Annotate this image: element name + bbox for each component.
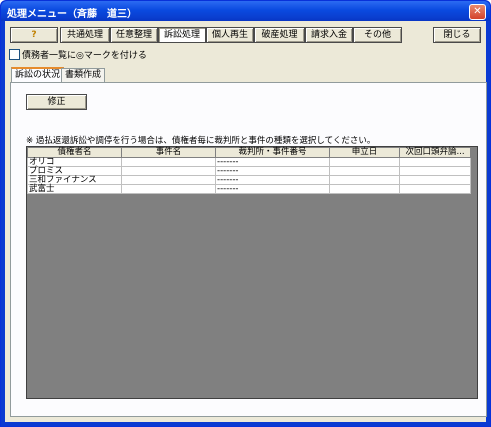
- cell-date[interactable]: [329, 184, 400, 194]
- cell-court[interactable]: -------: [215, 184, 330, 194]
- cell-date[interactable]: [329, 175, 400, 185]
- tab-document-creation[interactable]: 書類作成: [61, 68, 106, 83]
- cell-creditor[interactable]: 武富士: [27, 184, 122, 194]
- client-area: ? 共通処理 任意整理 訴訟処理 個人再生 破産処理 請求入金 その他 閉じる …: [5, 21, 487, 422]
- close-button[interactable]: 閉じる: [433, 27, 481, 43]
- mark-checkbox-label[interactable]: 債務者一覧に◎マークを付ける: [22, 48, 147, 61]
- table-row[interactable]: 三和ファイナンス -------: [27, 175, 471, 185]
- window-close-button[interactable]: ✕: [469, 4, 486, 20]
- title-bar[interactable]: 処理メニュー（斉藤 道三） ✕: [1, 1, 490, 21]
- table-header-row: 債権者名 事件名 裁判所・事件番号 申立日 次回口頭弁論...: [27, 147, 471, 158]
- tab-common-processing[interactable]: 共通処理: [60, 27, 110, 43]
- cell-case[interactable]: [121, 157, 216, 167]
- col-court-case-number[interactable]: 裁判所・事件番号: [215, 147, 330, 158]
- col-filing-date[interactable]: 申立日: [329, 147, 400, 158]
- table-row[interactable]: 武富士 -------: [27, 184, 471, 194]
- tab-panel: 修正 ※ 過払返還訴訟や調停を行う場合は、債権者毎に裁判所と事件の種類を選択して…: [10, 82, 487, 417]
- cell-case[interactable]: [121, 184, 216, 194]
- cell-case[interactable]: [121, 175, 216, 185]
- table-row[interactable]: オリコ -------: [27, 157, 471, 167]
- cell-date[interactable]: [329, 166, 400, 176]
- lawsuit-table[interactable]: 債権者名 事件名 裁判所・事件番号 申立日 次回口頭弁論... オリコ ----…: [26, 146, 478, 399]
- window-title: 処理メニュー（斉藤 道三）: [7, 9, 137, 20]
- cell-next[interactable]: [399, 184, 471, 194]
- tab-voluntary-arrangement[interactable]: 任意整理: [110, 27, 158, 43]
- tab-bankruptcy[interactable]: 破産処理: [254, 27, 305, 43]
- cell-case[interactable]: [121, 166, 216, 176]
- col-creditor-name[interactable]: 債権者名: [27, 147, 122, 158]
- tab-other[interactable]: その他: [353, 27, 402, 43]
- col-case-name[interactable]: 事件名: [121, 147, 216, 158]
- cell-date[interactable]: [329, 157, 400, 167]
- tab-litigation[interactable]: 訴訟処理: [158, 27, 206, 43]
- app-window: 処理メニュー（斉藤 道三） ✕ ? 共通処理 任意整理 訴訟処理 個人再生 破産…: [0, 0, 491, 427]
- col-next-hearing[interactable]: 次回口頭弁論...: [399, 147, 471, 158]
- cell-next[interactable]: [399, 166, 471, 176]
- tab-billing-payment[interactable]: 請求入金: [305, 27, 353, 43]
- tab-personal-rehabilitation[interactable]: 個人再生: [206, 27, 254, 43]
- mark-checkbox[interactable]: [9, 49, 20, 60]
- help-button[interactable]: ?: [10, 27, 58, 43]
- cell-next[interactable]: [399, 157, 471, 167]
- instruction-note: ※ 過払返還訴訟や調停を行う場合は、債権者毎に裁判所と事件の種類を選択してくださ…: [26, 136, 376, 146]
- cell-next[interactable]: [399, 175, 471, 185]
- edit-button[interactable]: 修正: [26, 94, 87, 110]
